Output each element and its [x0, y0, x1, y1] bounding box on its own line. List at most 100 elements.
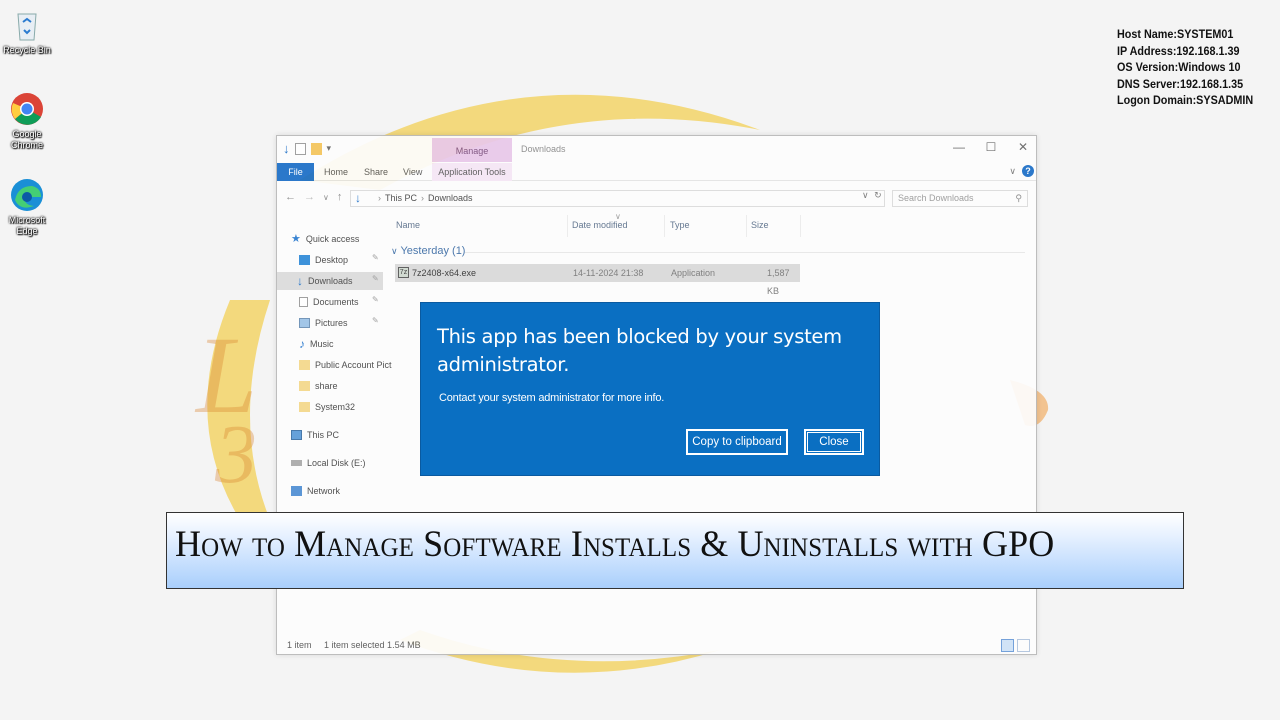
- documents-icon: [299, 297, 308, 307]
- nav-system32[interactable]: System32: [299, 398, 355, 416]
- large-icons-view-icon[interactable]: [1017, 639, 1030, 652]
- status-selection: 1 item selected 1.54 MB: [324, 640, 421, 650]
- nav-downloads[interactable]: ↓ Downloads: [277, 272, 383, 290]
- properties-icon[interactable]: [294, 142, 306, 155]
- search-input[interactable]: Search Downloads ⚲: [892, 190, 1028, 207]
- close-button[interactable]: Close: [804, 429, 864, 455]
- search-icon: ⚲: [1015, 193, 1022, 203]
- tab-application-tools[interactable]: Application Tools: [432, 163, 512, 181]
- nav-pictures[interactable]: Pictures: [299, 314, 348, 332]
- details-view-icon[interactable]: [1001, 639, 1014, 652]
- forward-arrow-icon[interactable]: →: [304, 191, 315, 203]
- recycle-bin-icon: [10, 8, 44, 42]
- tab-file[interactable]: File: [277, 163, 314, 181]
- nav-network[interactable]: Network: [291, 482, 340, 500]
- column-header-type[interactable]: Type: [670, 220, 690, 230]
- nav-public-account-pictures[interactable]: Public Account Pict: [299, 356, 392, 374]
- quick-access-toolbar: ↓ ▾: [283, 141, 331, 156]
- tab-home[interactable]: Home: [324, 163, 348, 181]
- refresh-icon[interactable]: ↻: [874, 190, 882, 200]
- app-blocked-dialog: This app has been blocked by your system…: [420, 302, 880, 476]
- music-note-icon: ♪: [299, 337, 305, 351]
- title-bar: ↓ ▾ Manage Downloads — ☐ ✕: [277, 136, 1036, 162]
- close-icon[interactable]: ✕: [1016, 140, 1030, 154]
- address-box[interactable]: ↓ › This PC › Downloads: [350, 190, 885, 207]
- download-arrow-icon[interactable]: ↓: [283, 141, 290, 156]
- minimize-icon[interactable]: —: [952, 140, 966, 154]
- banner-title: How to Manage Software Installs & Uninst…: [175, 524, 1055, 565]
- desktop-folder-icon: [299, 255, 310, 265]
- drive-icon: [291, 460, 302, 466]
- bginfo-host: Host Name:SYSTEM01: [1117, 27, 1234, 41]
- pin-icon: ✎: [372, 253, 379, 262]
- desktop-icon-edge[interactable]: Microsoft Edge: [2, 178, 52, 237]
- tab-share[interactable]: Share: [364, 163, 388, 181]
- network-icon: [291, 486, 302, 496]
- address-controls: ∨ ↻: [862, 190, 882, 201]
- ribbon-tabs: File Home Share View Application Tools ∨…: [277, 163, 1036, 181]
- bginfo-panel: Host Name:SYSTEM01 IP Address:192.168.1.…: [1117, 26, 1253, 109]
- computer-icon: [291, 430, 302, 440]
- file-date: 14-11-2024 21:38: [573, 268, 644, 278]
- bginfo-os: OS Version:Windows 10: [1117, 60, 1241, 74]
- shared-folder-icon: [299, 381, 310, 391]
- svg-text:3: 3: [214, 408, 257, 501]
- 7zip-icon: 7z: [398, 267, 409, 278]
- ribbon-collapse-icon[interactable]: ∨: [1009, 166, 1016, 177]
- file-name: 7z2408-x64.exe: [412, 268, 477, 278]
- copy-to-clipboard-button[interactable]: Copy to clipboard: [686, 429, 788, 455]
- new-folder-icon[interactable]: [310, 142, 322, 155]
- qat-dropdown-icon[interactable]: ▾: [327, 143, 332, 154]
- star-icon: ★: [291, 233, 301, 245]
- address-dropdown-icon[interactable]: ∨: [862, 190, 869, 200]
- nav-desktop[interactable]: Desktop: [299, 251, 348, 269]
- desktop-icon-recycle-bin[interactable]: Recycle Bin: [2, 8, 52, 56]
- status-bar: 1 item 1 item selected 1.54 MB: [287, 640, 421, 650]
- nav-share[interactable]: share: [299, 377, 338, 395]
- status-item-count: 1 item: [287, 640, 312, 650]
- bginfo-domain: Logon Domain:SYSADMIN: [1117, 93, 1254, 107]
- desktop-icon-chrome[interactable]: Google Chrome: [2, 92, 52, 151]
- file-type: Application: [671, 268, 716, 278]
- dialog-headline: This app has been blocked by your system…: [437, 325, 842, 376]
- column-header-date-modified[interactable]: Date modified: [572, 220, 628, 230]
- recent-dropdown-icon[interactable]: ∨: [323, 193, 329, 202]
- nav-documents[interactable]: Documents: [299, 293, 359, 311]
- tab-view[interactable]: View: [403, 163, 422, 181]
- nav-this-pc[interactable]: This PC: [291, 426, 339, 444]
- back-arrow-icon[interactable]: ←: [285, 191, 296, 203]
- edge-icon: [10, 178, 44, 212]
- group-header[interactable]: ∨ Yesterday (1): [391, 245, 465, 257]
- nav-local-disk[interactable]: Local Disk (E:): [291, 454, 366, 472]
- help-icon[interactable]: ?: [1022, 165, 1034, 177]
- bginfo-ip: IP Address:192.168.1.39: [1117, 43, 1240, 58]
- pictures-icon: [299, 318, 310, 328]
- pin-icon: ✎: [372, 274, 379, 283]
- table-row[interactable]: 7z 7z2408-x64.exe 14-11-2024 21:38 Appli…: [395, 264, 800, 296]
- chevron-down-icon: ∨: [391, 246, 398, 256]
- view-toggle: [1001, 639, 1030, 652]
- tab-manage[interactable]: Manage: [432, 138, 512, 162]
- pin-icon: ✎: [372, 295, 379, 304]
- folder-icon: [299, 402, 310, 412]
- dialog-message: Contact your system administrator for mo…: [439, 392, 665, 404]
- up-arrow-icon[interactable]: ↑: [337, 191, 343, 203]
- pin-icon: ✎: [372, 316, 379, 325]
- downloads-folder-icon: ↓: [355, 191, 361, 205]
- folder-icon: [299, 360, 310, 370]
- video-title-banner: How to Manage Software Installs & Uninst…: [166, 512, 1184, 589]
- column-header-name[interactable]: Name: [396, 220, 420, 230]
- window-title: Downloads: [521, 144, 566, 154]
- file-size: 1,587 KB: [767, 268, 790, 296]
- maximize-icon[interactable]: ☐: [984, 140, 998, 154]
- bginfo-dns: DNS Server:192.168.1.35: [1117, 76, 1244, 91]
- nav-quick-access[interactable]: ★ Quick access: [291, 230, 359, 248]
- chrome-icon: [10, 92, 44, 126]
- address-bar-row: ← → ∨ ↑ ↓ › This PC › Downloads ∨ ↻ Search …: [277, 187, 1036, 209]
- nav-music[interactable]: ♪ Music: [299, 335, 334, 353]
- window-controls: — ☐ ✕: [952, 140, 1030, 154]
- breadcrumb-this-pc[interactable]: This PC: [385, 193, 417, 203]
- breadcrumb-downloads[interactable]: Downloads: [428, 193, 473, 203]
- navigation-buttons: ← → ∨ ↑: [285, 191, 342, 203]
- column-header-size[interactable]: Size: [751, 220, 769, 230]
